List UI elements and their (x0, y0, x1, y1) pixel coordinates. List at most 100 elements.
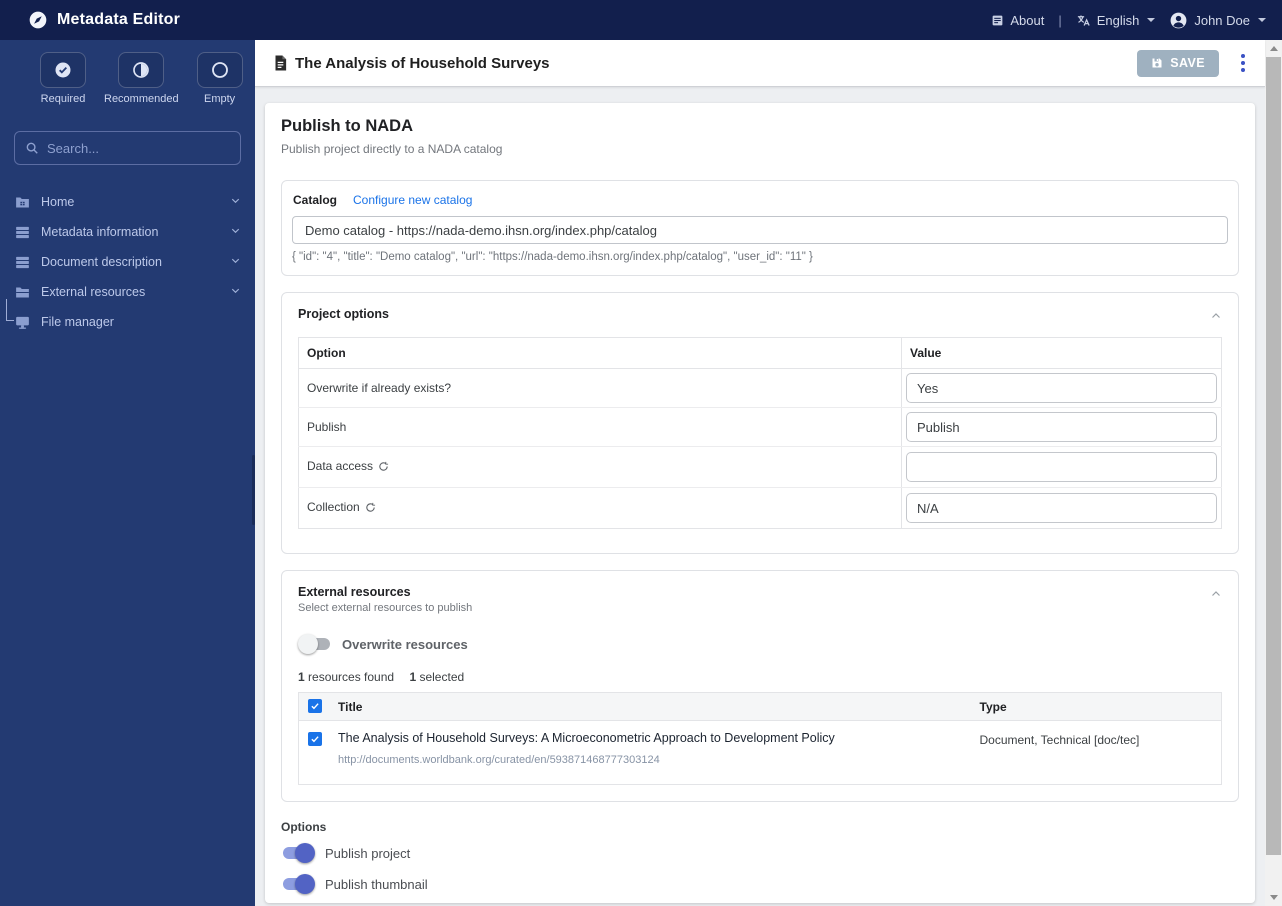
storage-icon (14, 224, 31, 241)
monitor-icon (14, 314, 31, 331)
user-caret-icon (1258, 18, 1266, 22)
filter-recommended-label: Recommended (104, 93, 179, 105)
table-row: Data access (298, 446, 1222, 488)
page-subtitle: Publish project directly to a NADA catal… (281, 142, 503, 156)
project-options-title: Project options (298, 307, 389, 321)
sidebar-item-label: Home (41, 195, 75, 209)
overwrite-resources-toggle[interactable] (298, 634, 332, 654)
resources-table: Title Type The Analysis of Household Sur… (298, 692, 1222, 785)
storage-icon (14, 254, 31, 271)
external-resources-card: External resources Select external resou… (281, 570, 1239, 802)
vertical-scrollbar[interactable] (1265, 40, 1282, 906)
option-label: Collection (299, 488, 902, 529)
option-label: Overwrite if already exists? (298, 368, 902, 408)
search-input[interactable] (47, 140, 230, 156)
catalog-select-input[interactable] (292, 216, 1228, 244)
title-column-header: Title (330, 692, 972, 721)
sidebar: Required Recommended Empty Search... Hom… (0, 40, 255, 906)
resource-checkbox[interactable] (308, 732, 322, 746)
overwrite-resources-label: Overwrite resources (342, 636, 468, 652)
translate-icon (1076, 13, 1091, 28)
external-resources-subtitle: Select external resources to publish (298, 602, 473, 614)
external-resources-title: External resources (298, 585, 411, 599)
configure-new-catalog-link[interactable]: Configure new catalog (353, 193, 472, 207)
table-row: The Analysis of Household Surveys: A Mic… (299, 721, 1222, 785)
catalog-card: Catalog Configure new catalog { "id": "4… (281, 180, 1239, 276)
resource-type: Document, Technical [doc/tec] (979, 733, 1140, 747)
refresh-icon[interactable] (378, 461, 389, 475)
filter-empty-label: Empty (204, 93, 236, 105)
filter-recommended-button[interactable] (118, 52, 165, 88)
completeness-filters: Required Recommended Empty (0, 40, 255, 105)
scrollbar-down-arrow[interactable] (1265, 889, 1282, 906)
sidebar-item-home[interactable]: Home (0, 187, 255, 217)
filter-required-label: Required (40, 93, 86, 105)
publish-thumbnail-toggle[interactable] (281, 874, 315, 894)
filter-empty-button[interactable] (196, 52, 243, 88)
collection-input[interactable] (906, 493, 1217, 523)
chevron-down-icon (230, 193, 241, 211)
sidebar-item-label: Document description (41, 255, 162, 269)
sidebar-scrollbar-thumb[interactable] (252, 455, 255, 525)
sidebar-item-label: Metadata information (41, 225, 159, 239)
chevron-down-icon (230, 223, 241, 241)
publish-project-toggle[interactable] (281, 843, 315, 863)
project-title: The Analysis of Household Surveys (295, 54, 550, 72)
filter-required-button[interactable] (40, 52, 86, 88)
sidebar-search (14, 131, 241, 165)
half-circle-icon (131, 60, 151, 80)
catalog-json-preview: { "id": "4", "title": "Demo catalog", "u… (292, 251, 813, 263)
project-options-table: Option Value Overwrite if already exists… (298, 337, 1222, 529)
table-row: Publish (298, 407, 1222, 447)
option-label: Publish (298, 407, 902, 447)
about-label: About (1010, 12, 1045, 28)
collapse-chevron-up-icon[interactable] (1210, 309, 1222, 327)
publish-thumbnail-label: Publish thumbnail (325, 876, 428, 892)
value-column-header: Value (901, 337, 1222, 369)
user-label: John Doe (1194, 12, 1250, 28)
publish-status-input[interactable] (906, 412, 1217, 442)
chevron-down-icon (230, 283, 241, 301)
scrollbar-thumb[interactable] (1266, 57, 1281, 855)
content-area: Publish to NADA Publish project directly… (255, 87, 1265, 906)
refresh-icon[interactable] (365, 502, 376, 516)
sidebar-item-label: External resources (41, 285, 146, 299)
scrollbar-up-arrow[interactable] (1265, 40, 1282, 57)
data-access-input[interactable] (906, 452, 1217, 482)
user-avatar-icon (1169, 11, 1188, 30)
option-column-header: Option (298, 337, 902, 369)
compass-logo-icon (28, 10, 48, 30)
project-header: The Analysis of Household Surveys SAVE (255, 40, 1265, 87)
sidebar-item-external-resources[interactable]: External resources (0, 277, 255, 307)
options-label: Options (281, 820, 327, 834)
sidebar-item-document-description[interactable]: Document description (0, 247, 255, 277)
search-icon (25, 141, 39, 155)
more-options-button[interactable] (1235, 50, 1251, 76)
sidebar-nav: Home Metadata information Document descr… (0, 187, 255, 337)
save-button-label: SAVE (1170, 56, 1205, 70)
language-caret-icon (1147, 18, 1156, 22)
user-menu[interactable]: John Doe (1169, 11, 1266, 30)
page-title: Publish to NADA (281, 117, 413, 135)
overwrite-exists-input[interactable] (906, 373, 1217, 403)
sidebar-item-label: File manager (41, 315, 114, 329)
catalog-label: Catalog (293, 193, 338, 207)
save-button[interactable]: SAVE (1137, 49, 1219, 77)
tree-connector (6, 299, 14, 321)
check-circle-icon (53, 60, 73, 80)
chevron-down-icon (230, 253, 241, 271)
collapse-chevron-up-icon[interactable] (1210, 587, 1222, 605)
sidebar-item-file-manager[interactable]: File manager (0, 299, 255, 337)
select-all-checkbox[interactable] (308, 699, 322, 713)
folder-icon (14, 284, 31, 301)
about-icon (991, 14, 1004, 27)
type-column-header: Type (971, 692, 1222, 721)
topbar-separator: | (1058, 12, 1062, 28)
resources-counts: 1 resources found 1 selected (298, 670, 465, 684)
language-menu[interactable]: English (1076, 13, 1156, 28)
resource-title: The Analysis of Household Surveys: A Mic… (338, 731, 835, 745)
sidebar-item-metadata-information[interactable]: Metadata information (0, 217, 255, 247)
about-menu[interactable]: About (991, 13, 1044, 28)
table-row: Collection (299, 487, 1222, 529)
project-options-card: Project options Option Value Overwrite i… (281, 292, 1239, 554)
